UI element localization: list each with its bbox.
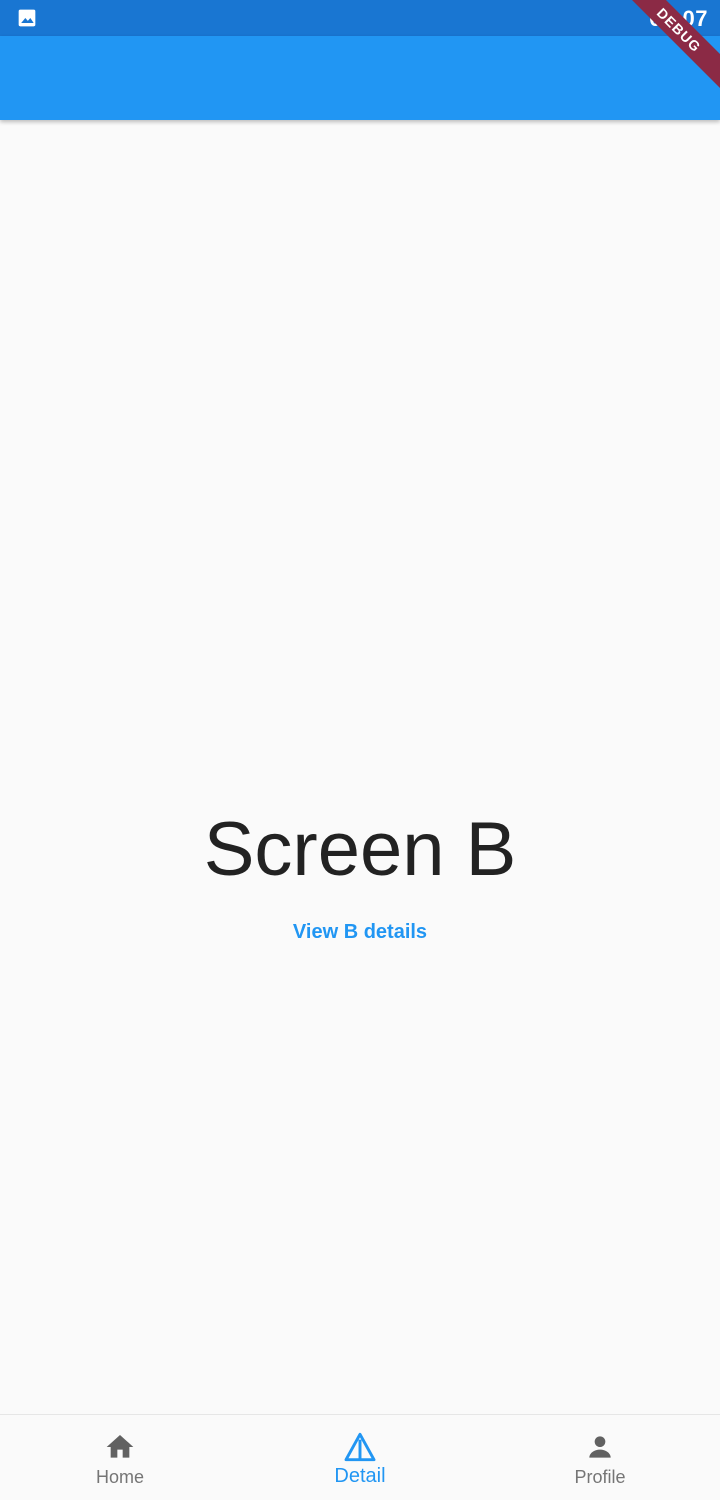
nav-label-home: Home xyxy=(95,1467,144,1487)
screen-body: Screen B View B details xyxy=(0,120,720,1414)
app-bar xyxy=(0,36,720,120)
nav-label-detail: Detail xyxy=(334,1465,386,1487)
person-icon xyxy=(589,1436,611,1458)
home-icon xyxy=(106,1435,134,1458)
status-bar: 01:07 xyxy=(0,0,720,36)
triangle-detail-icon xyxy=(344,1432,376,1462)
view-details-button[interactable]: View B details xyxy=(260,910,460,954)
image-icon xyxy=(18,9,36,27)
nav-item-home[interactable]: Home xyxy=(0,1415,240,1500)
nav-item-detail[interactable]: Detail xyxy=(240,1415,480,1500)
nav-label-profile: Profile xyxy=(574,1467,626,1487)
nav-item-profile[interactable]: Profile xyxy=(480,1415,720,1500)
page-title: Screen B xyxy=(203,807,517,892)
bottom-navigation: Home Detail Profile xyxy=(0,1414,720,1500)
